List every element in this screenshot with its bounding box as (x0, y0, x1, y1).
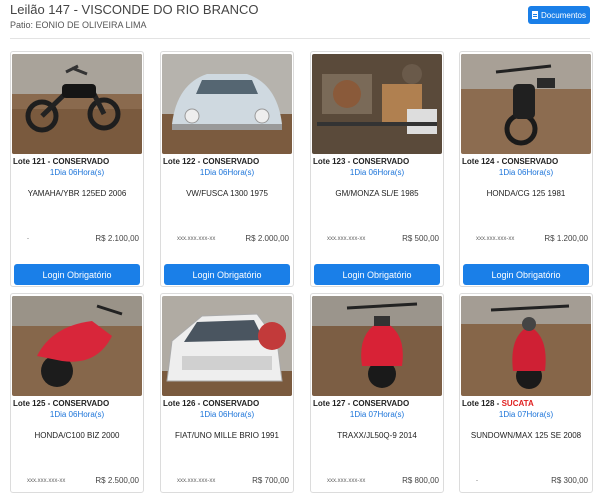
vehicle-description: FIAT/UNO MILLE BRIO 1991 (175, 431, 279, 440)
bidder-id: - (476, 477, 478, 484)
documents-button[interactable]: Documentos (528, 6, 590, 24)
bidder-id: xxx.xxx.xxx-xx (27, 477, 66, 484)
current-bid: R$ 800,00 (402, 476, 439, 485)
lot-card[interactable]: Lote 124 - CONSERVADO 1Dia 06Hora(s) HON… (459, 51, 593, 287)
vehicle-description: YAMAHA/YBR 125ED 2006 (27, 189, 127, 198)
lot-card[interactable]: Lote 125 - CONSERVADO 1Dia 06Hora(s) HON… (10, 293, 144, 493)
time-remaining: 1Dia 07Hora(s) (349, 410, 405, 419)
lot-title: Lote 128 - SUCATA (462, 399, 534, 408)
time-remaining: 1Dia 06Hora(s) (349, 168, 405, 177)
time-remaining: 1Dia 06Hora(s) (199, 168, 255, 177)
page-title: Leilão 147 - VISCONDE DO RIO BRANCO (10, 2, 259, 17)
bidder-id: xxx.xxx.xxx-xx (327, 235, 366, 242)
scrap-status: SUCATA (501, 399, 534, 408)
lot-card[interactable]: Lote 128 - SUCATA 1Dia 07Hora(s) SUNDOWN… (459, 293, 593, 493)
lot-card[interactable]: Lote 121 - CONSERVADO 1Dia 06Hora(s) YAM… (10, 51, 144, 287)
login-required-button[interactable]: Login Obrigatório (463, 264, 589, 285)
bid-row: xxx.xxx.xxx-xx R$ 500,00 (315, 234, 439, 243)
lot-card[interactable]: Lote 123 - CONSERVADO 1Dia 06Hora(s) GM/… (310, 51, 444, 287)
bidder-id: - (27, 235, 29, 242)
lot-title: Lote 126 - CONSERVADO (163, 399, 260, 408)
bid-row: - R$ 2.100,00 (15, 234, 139, 243)
lot-card[interactable]: Lote 122 - CONSERVADO 1Dia 06Hora(s) VW/… (160, 51, 294, 287)
vehicle-description: HONDA/C100 BIZ 2000 (34, 431, 120, 440)
vehicle-description: GM/MONZA SL/E 1985 (335, 189, 419, 198)
vehicle-description: SUNDOWN/MAX 125 SE 2008 (470, 431, 582, 440)
documents-button-label: Documentos (541, 10, 586, 20)
lot-title: Lote 123 - CONSERVADO (313, 157, 410, 166)
vehicle-description: HONDA/CG 125 1981 (486, 189, 566, 198)
time-remaining: 1Dia 06Hora(s) (498, 168, 554, 177)
vehicle-description: TRAXX/JL50Q-9 2014 (337, 431, 417, 440)
bidder-id: xxx.xxx.xxx-xx (476, 235, 515, 242)
bidder-id: xxx.xxx.xxx-xx (177, 235, 216, 242)
current-bid: R$ 500,00 (402, 234, 439, 243)
bidder-id: xxx.xxx.xxx-xx (177, 477, 216, 484)
time-remaining: 1Dia 07Hora(s) (498, 410, 554, 419)
vehicle-photo[interactable] (312, 296, 442, 396)
yard-name: Patio: EONIO DE OLIVEIRA LIMA (10, 20, 147, 30)
bid-row: - R$ 300,00 (464, 476, 588, 485)
header-divider (10, 38, 590, 39)
login-required-button[interactable]: Login Obrigatório (164, 264, 290, 285)
current-bid: R$ 1.200,00 (544, 234, 588, 243)
time-remaining: 1Dia 06Hora(s) (49, 168, 105, 177)
bid-row: xxx.xxx.xxx-xx R$ 2.000,00 (165, 234, 289, 243)
lot-card[interactable]: Lote 126 - CONSERVADO 1Dia 06Hora(s) FIA… (160, 293, 294, 493)
vehicle-photo[interactable] (461, 296, 591, 396)
bid-row: xxx.xxx.xxx-xx R$ 700,00 (165, 476, 289, 485)
login-required-button[interactable]: Login Obrigatório (14, 264, 140, 285)
vehicle-photo[interactable] (12, 296, 142, 396)
bid-row: xxx.xxx.xxx-xx R$ 1.200,00 (464, 234, 588, 243)
bid-row: xxx.xxx.xxx-xx R$ 800,00 (315, 476, 439, 485)
lot-title: Lote 124 - CONSERVADO (462, 157, 559, 166)
bid-row: xxx.xxx.xxx-xx R$ 2.500,00 (15, 476, 139, 485)
vehicle-photo[interactable] (461, 54, 591, 154)
current-bid: R$ 2.100,00 (95, 234, 139, 243)
vehicle-photo[interactable] (162, 54, 292, 154)
vehicle-photo[interactable] (162, 296, 292, 396)
vehicle-description: VW/FUSCA 1300 1975 (186, 189, 268, 198)
auction-header: Leilão 147 - VISCONDE DO RIO BRANCO Pati… (10, 2, 590, 38)
lot-title: Lote 127 - CONSERVADO (313, 399, 410, 408)
time-remaining: 1Dia 06Hora(s) (199, 410, 255, 419)
document-icon (532, 11, 539, 19)
current-bid: R$ 2.500,00 (95, 476, 139, 485)
lot-title: Lote 121 - CONSERVADO (13, 157, 110, 166)
current-bid: R$ 300,00 (551, 476, 588, 485)
current-bid: R$ 2.000,00 (245, 234, 289, 243)
login-required-button[interactable]: Login Obrigatório (314, 264, 440, 285)
vehicle-photo[interactable] (312, 54, 442, 154)
lot-card[interactable]: Lote 127 - CONSERVADO 1Dia 07Hora(s) TRA… (310, 293, 444, 493)
lot-grid: Lote 121 - CONSERVADO 1Dia 06Hora(s) YAM… (10, 51, 593, 493)
time-remaining: 1Dia 06Hora(s) (49, 410, 105, 419)
lot-title: Lote 122 - CONSERVADO (163, 157, 260, 166)
vehicle-photo[interactable] (12, 54, 142, 154)
current-bid: R$ 700,00 (252, 476, 289, 485)
bidder-id: xxx.xxx.xxx-xx (327, 477, 366, 484)
lot-title: Lote 125 - CONSERVADO (13, 399, 110, 408)
